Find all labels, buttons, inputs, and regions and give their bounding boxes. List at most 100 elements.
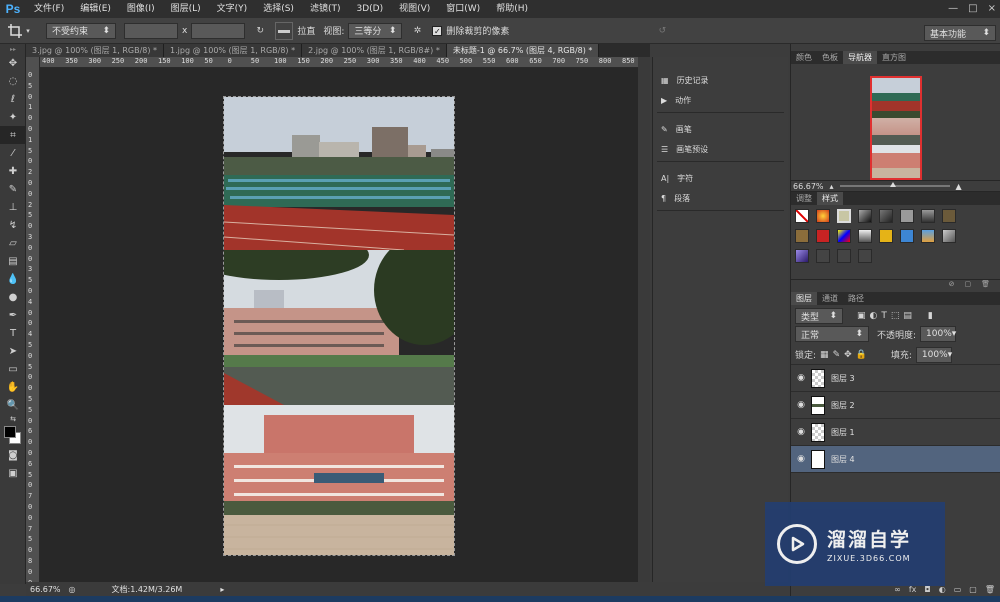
delete-layer-icon[interactable]: 🗑 — [985, 585, 995, 594]
straighten-icon[interactable] — [275, 21, 294, 40]
swap-colors-icon[interactable]: ⇆ — [0, 414, 26, 424]
panel-brush[interactable]: ✎ 画笔 — [653, 119, 788, 139]
navigator-zoom-slider[interactable] — [839, 182, 950, 187]
menu-window[interactable]: 窗口(W) — [438, 0, 488, 18]
opacity-input[interactable]: 100% ▾ — [920, 326, 956, 342]
layer-row[interactable]: ◉ 图层 3 — [791, 365, 1000, 392]
minimize-button[interactable]: — — [948, 3, 958, 14]
gear-icon[interactable]: ✲ — [408, 22, 426, 40]
panel-history[interactable]: ▦ 历史记录 — [653, 70, 788, 90]
zoom-in-icon[interactable]: ▲ — [956, 182, 962, 191]
style-swatch-9[interactable] — [795, 229, 809, 243]
crop-height-input[interactable] — [191, 22, 246, 39]
tab-document-1[interactable]: 1.jpg @ 100% (图层 1, RGB/8) * — [164, 44, 303, 57]
tab-navigator[interactable]: 导航器 — [843, 51, 877, 64]
quick-mask-icon[interactable]: ◙ — [0, 446, 26, 464]
layer-row[interactable]: ◉ 图层 1 — [791, 419, 1000, 446]
status-arrow-icon[interactable]: ▸ — [220, 585, 224, 594]
filter-type-icon[interactable]: T — [881, 311, 887, 321]
style-swatch-11[interactable] — [837, 229, 851, 243]
navigator-zoom-value[interactable]: 66.67% — [793, 182, 824, 191]
delete-style-icon[interactable]: 🗑 — [981, 280, 990, 288]
style-swatch-8[interactable] — [942, 209, 956, 223]
visibility-eye-icon[interactable]: ◉ — [791, 400, 811, 410]
tab-paths[interactable]: 路径 — [843, 292, 869, 305]
style-swatch-4[interactable] — [858, 209, 872, 223]
marquee-tool-icon[interactable]: ◌ — [0, 72, 26, 90]
panel-paragraph[interactable]: ¶ 段落 — [653, 188, 788, 208]
lock-all-icon[interactable]: 🔒 — [856, 350, 867, 360]
style-swatch-none[interactable] — [795, 209, 809, 223]
style-swatch-16[interactable] — [942, 229, 956, 243]
move-tool-icon[interactable]: ✥ — [0, 54, 26, 72]
lasso-tool-icon[interactable]: ℓ — [0, 90, 26, 108]
new-group-icon[interactable]: ▭ — [954, 585, 962, 594]
horizontal-ruler[interactable]: 400 350 300 250 200 150 100 50 0 50 100 150 200 250 30… — [40, 57, 638, 68]
fill-input[interactable]: 100% ▾ — [915, 346, 952, 363]
layer-row-selected[interactable]: ◉ 图层 4 — [791, 446, 1000, 473]
overlay-view-select[interactable]: 三等分 ⬍ — [348, 22, 403, 39]
tab-channels[interactable]: 通道 — [817, 292, 843, 305]
eraser-icon[interactable]: ▱ — [0, 234, 26, 252]
zoom-out-icon[interactable]: ▴ — [830, 182, 834, 191]
new-style-icon[interactable]: ▢ — [964, 280, 971, 288]
tab-histogram[interactable]: 直方图 — [877, 51, 911, 64]
tab-adjustments[interactable]: 调整 — [791, 192, 817, 205]
healing-brush-icon[interactable]: ✚ — [0, 162, 26, 180]
crop-tool-icon[interactable]: ⌗ — [0, 126, 26, 144]
menu-edit[interactable]: 编辑(E) — [72, 0, 119, 18]
tab-color[interactable]: 颜色 — [791, 51, 817, 64]
straighten-label[interactable]: 拉直 — [293, 24, 319, 37]
menu-select[interactable]: 选择(S) — [255, 0, 302, 18]
visibility-eye-icon[interactable]: ◉ — [791, 427, 811, 437]
dodge-tool-icon[interactable]: ● — [0, 288, 26, 306]
menu-3d[interactable]: 3D(D) — [348, 0, 391, 18]
style-swatch-7[interactable] — [921, 209, 935, 223]
style-swatch-3[interactable] — [837, 209, 851, 223]
style-swatch-19[interactable] — [837, 249, 851, 263]
visibility-eye-icon[interactable]: ◉ — [791, 454, 811, 464]
vertical-scrollbar[interactable] — [638, 57, 650, 582]
ratio-select[interactable]: 不受约束 ⬍ — [46, 22, 116, 39]
zoom-tool-icon[interactable]: 🔍 — [0, 396, 26, 414]
menu-filter[interactable]: 滤镜(T) — [302, 0, 349, 18]
color-swatches[interactable] — [0, 424, 26, 446]
style-swatch-20[interactable] — [858, 249, 872, 263]
delete-cropped-checkbox[interactable]: ✓ — [432, 25, 443, 36]
menu-layer[interactable]: 图层(L) — [163, 0, 209, 18]
filter-smart-icon[interactable]: ▤ — [903, 311, 912, 321]
navigator-thumbnail[interactable] — [870, 76, 922, 180]
filter-adjust-icon[interactable]: ◐ — [870, 311, 878, 321]
style-swatch-13[interactable] — [879, 229, 893, 243]
clone-stamp-icon[interactable]: ⊥ — [0, 198, 26, 216]
menu-view[interactable]: 视图(V) — [391, 0, 438, 18]
lock-move-icon[interactable]: ✥ — [844, 350, 852, 360]
tool-preset-picker[interactable]: ▾ — [0, 23, 38, 38]
lock-paint-icon[interactable]: ✎ — [833, 350, 841, 360]
filter-shape-icon[interactable]: ⬚ — [891, 311, 900, 321]
gradient-tool-icon[interactable]: ▤ — [0, 252, 26, 270]
filter-toggle-icon[interactable]: ▮ — [928, 311, 933, 321]
shape-tool-icon[interactable]: ▭ — [0, 360, 26, 378]
visibility-eye-icon[interactable]: ◉ — [791, 373, 811, 383]
swap-icon[interactable]: ↻ — [251, 22, 269, 40]
brush-tool-icon[interactable]: ✎ — [0, 180, 26, 198]
style-swatch-15[interactable] — [921, 229, 935, 243]
blend-mode-select[interactable]: 正常 ⬍ — [795, 326, 869, 342]
filter-pixel-icon[interactable]: ▣ — [857, 311, 866, 321]
hand-tool-icon[interactable]: ✋ — [0, 378, 26, 396]
lock-transparent-icon[interactable]: ▦ — [820, 350, 829, 360]
type-tool-icon[interactable]: T — [0, 324, 26, 342]
panel-actions[interactable]: ▶ 动作 — [653, 90, 788, 110]
screen-mode-icon[interactable]: ▣ — [0, 464, 26, 482]
style-swatch-10[interactable] — [816, 229, 830, 243]
document-canvas[interactable] — [223, 96, 455, 556]
style-swatch-18[interactable] — [816, 249, 830, 263]
layer-filter-select[interactable]: 类型 ⬍ — [795, 308, 843, 324]
reset-icon[interactable]: ↺ — [653, 22, 671, 40]
new-layer-icon[interactable]: ▢ — [969, 585, 977, 594]
magic-wand-icon[interactable]: ✦ — [0, 108, 26, 126]
tab-styles[interactable]: 样式 — [817, 192, 843, 205]
menu-help[interactable]: 帮助(H) — [488, 0, 536, 18]
history-brush-icon[interactable]: ↯ — [0, 216, 26, 234]
